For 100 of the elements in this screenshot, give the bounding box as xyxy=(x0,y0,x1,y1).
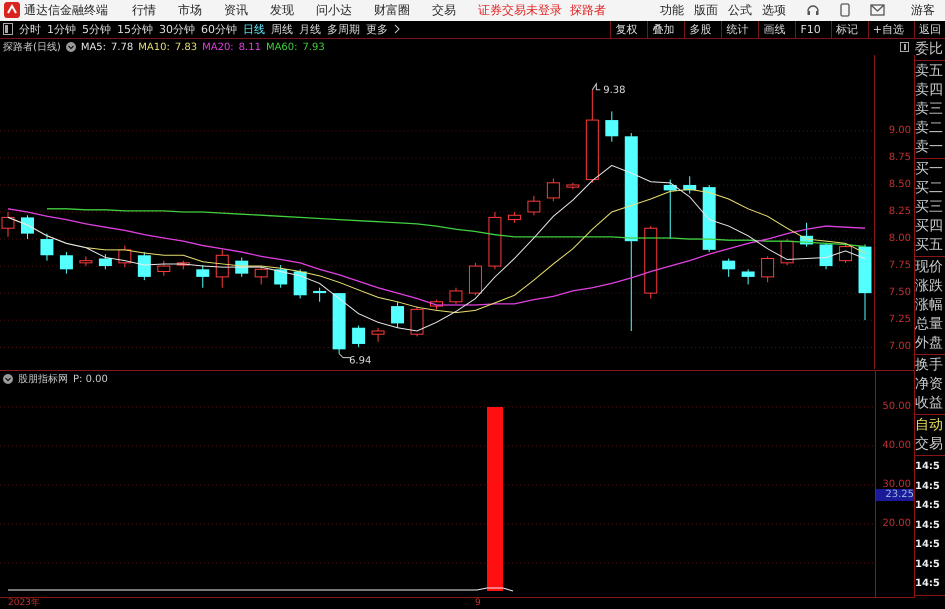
moving-average-value: 8.11 xyxy=(238,42,261,52)
moving-average-label: MA20: xyxy=(202,42,234,52)
candlestick xyxy=(372,327,385,342)
toolbar-button[interactable]: 统计 xyxy=(721,20,752,38)
menu-item[interactable]: 发现 xyxy=(270,2,294,19)
candlestick xyxy=(742,268,755,285)
period-tab[interactable]: 15分钟 xyxy=(117,22,153,37)
candlestick xyxy=(332,292,346,354)
toolbar-button[interactable]: F10 xyxy=(795,20,825,38)
candlestick xyxy=(352,325,366,348)
indicator-tick: 50.00 xyxy=(882,401,911,413)
menu-item[interactable]: 行情 xyxy=(132,2,156,19)
high-price-label: 9.38 xyxy=(603,84,626,96)
candlestick xyxy=(313,287,326,302)
date-label: 2023年 xyxy=(8,598,40,609)
menu-item[interactable]: 市场 xyxy=(178,2,202,19)
quote-label: 卖五 xyxy=(915,62,944,81)
period-tab[interactable]: 周线 xyxy=(271,22,293,37)
trade-time: 14:5 xyxy=(915,499,941,513)
period-tab[interactable]: 多周期 xyxy=(327,22,360,37)
low-price-label: 6.94 xyxy=(349,356,372,367)
menu-item[interactable]: 选项 xyxy=(762,2,786,19)
trade-time: 14:5 xyxy=(915,460,941,474)
trade-time: 14:5 xyxy=(915,577,941,591)
toolbar-button[interactable]: 标记 xyxy=(830,20,862,38)
candlestick xyxy=(527,195,540,216)
price-tick: 7.75 xyxy=(888,260,911,272)
quote-label: 买二 xyxy=(915,179,944,198)
quote-label: 买四 xyxy=(915,217,944,236)
date-label: 9 xyxy=(475,598,481,609)
chevron-icon[interactable] xyxy=(394,24,400,34)
candlestick xyxy=(780,238,794,266)
menu-item[interactable]: 版面 xyxy=(694,2,718,19)
menu-item[interactable]: 问小达 xyxy=(316,2,352,19)
quote-label: 卖三 xyxy=(915,100,944,119)
indicator-tick: 20.00 xyxy=(882,518,911,530)
candlestick xyxy=(20,214,34,240)
quote-label: 买一 xyxy=(915,160,944,179)
quote-label: 卖一 xyxy=(915,138,944,157)
price-tick: 8.00 xyxy=(888,233,911,246)
menu-item[interactable]: 交易 xyxy=(432,2,456,19)
period-tab[interactable]: 60分钟 xyxy=(201,22,237,37)
menu-item[interactable]: 功能 xyxy=(660,2,684,19)
candlestick xyxy=(800,222,814,248)
toolbar-button[interactable]: 叠加 xyxy=(647,20,678,38)
quote-label: 买三 xyxy=(915,198,944,217)
candlestick xyxy=(702,184,716,253)
period-tab[interactable]: 分时 xyxy=(19,22,41,37)
moving-average-value: 7.93 xyxy=(302,42,325,52)
trade-time: 14:5 xyxy=(915,538,941,552)
quote-label: 外盘 xyxy=(915,334,944,353)
candlestick xyxy=(430,299,443,310)
candlestick xyxy=(546,178,560,202)
candlestick xyxy=(722,258,736,278)
candlestick xyxy=(468,262,482,296)
quote-label: 涨跌 xyxy=(915,277,944,296)
moving-average-label: MA60: xyxy=(266,42,298,52)
toolbar-button[interactable]: 返回 xyxy=(914,20,945,38)
period-tab[interactable]: 1分钟 xyxy=(47,22,76,37)
user-link[interactable]: 探路者 xyxy=(570,2,606,19)
toolbar-button[interactable]: 复权 xyxy=(610,20,642,38)
candlestick xyxy=(79,256,92,267)
price-tick: 7.50 xyxy=(888,287,911,300)
price-tick: 7.25 xyxy=(888,314,911,326)
indicator-tick: 40.00 xyxy=(882,440,911,452)
toolbar-button[interactable]: +自选 xyxy=(868,20,908,38)
app-name: 通达信金融终端 xyxy=(24,2,108,19)
candlestick xyxy=(839,244,852,264)
dropdown-icon[interactable] xyxy=(66,42,76,52)
candlestick xyxy=(664,179,677,240)
period-tab[interactable]: 30分钟 xyxy=(159,22,195,37)
menu-item[interactable]: 公式 xyxy=(728,2,752,19)
panel-toggle-icon[interactable] xyxy=(3,23,13,36)
phone-icon[interactable] xyxy=(840,3,850,18)
toolbar-button[interactable]: 多股 xyxy=(684,20,716,38)
menu-item[interactable]: 资讯 xyxy=(224,2,248,19)
period-tab[interactable]: 月线 xyxy=(299,22,321,37)
current-value-tag: 23.25 xyxy=(876,489,914,501)
quote-label: 自动 xyxy=(915,416,944,435)
quote-label: 收益 xyxy=(915,394,944,413)
candlestick xyxy=(60,252,73,274)
leader-line xyxy=(592,82,601,90)
candlestick xyxy=(254,266,268,285)
dropdown-icon[interactable] xyxy=(3,374,13,384)
toolbar-button[interactable]: 画线 xyxy=(758,20,790,38)
period-tab[interactable]: 5分钟 xyxy=(82,22,111,37)
headset-icon[interactable] xyxy=(806,3,820,18)
mail-icon[interactable] xyxy=(870,4,885,16)
quote-label: 委比 xyxy=(915,40,944,59)
quote-label: 交易 xyxy=(915,435,944,454)
more-menu[interactable]: 更多 xyxy=(366,22,388,37)
candlestick xyxy=(176,260,190,270)
panel-toggle-icon[interactable] xyxy=(900,42,909,52)
candlestick xyxy=(683,176,696,194)
period-tab[interactable]: 日线 xyxy=(243,22,265,37)
indicator-title: 股朋指标网 xyxy=(18,372,68,386)
guest-label[interactable]: 游客 xyxy=(911,2,935,19)
moving-average-label: MA5: xyxy=(80,42,106,52)
candlestick xyxy=(157,260,170,276)
menu-item[interactable]: 财富圈 xyxy=(374,2,410,19)
